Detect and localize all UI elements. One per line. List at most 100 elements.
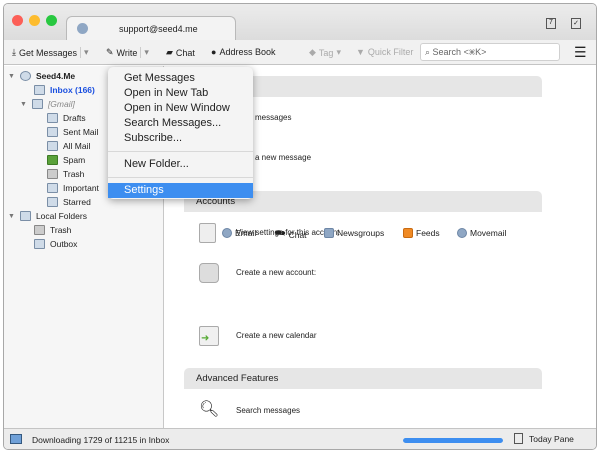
search-input[interactable]: ⌕ Search <⌘K> bbox=[420, 43, 560, 61]
account-seed4me[interactable]: ▼ Seed4.Me bbox=[8, 71, 75, 81]
folder-label: Outbox bbox=[50, 239, 78, 249]
network-icon bbox=[10, 434, 22, 444]
today-pane-label: Today Pane bbox=[529, 433, 574, 444]
menu-separator bbox=[108, 177, 253, 178]
gmail-label: [Gmail] bbox=[47, 99, 75, 109]
create-calendar-link[interactable]: Create a new calendar bbox=[236, 331, 317, 340]
hamburger-menu-icon[interactable]: ☰ bbox=[574, 44, 587, 61]
account-type-label: Movemail bbox=[470, 228, 507, 238]
chat-bubble-icon: ▰ bbox=[166, 47, 173, 57]
write-button[interactable]: ✎ Write ▾ bbox=[106, 47, 149, 58]
address-book-button[interactable]: ● Address Book bbox=[211, 47, 275, 57]
read-messages-link[interactable]: messages bbox=[255, 113, 291, 122]
tab-account[interactable]: support@seed4.me bbox=[66, 16, 236, 42]
local-outbox[interactable]: Outbox bbox=[34, 239, 77, 249]
new-chat-account-link[interactable]: 🗪 Chat bbox=[275, 228, 307, 242]
folder-inbox[interactable]: Inbox (166) bbox=[34, 85, 95, 95]
row-label: Create a new calendar bbox=[236, 331, 317, 340]
advanced-section-header: Advanced Features bbox=[184, 368, 542, 389]
folder-icon bbox=[47, 183, 58, 193]
row-label: messages bbox=[255, 113, 292, 122]
get-messages-label: Get Messages bbox=[18, 47, 78, 58]
spam-icon bbox=[47, 155, 58, 165]
search-placeholder: Search <⌘K> bbox=[432, 47, 487, 57]
folder-spam[interactable]: Spam bbox=[47, 155, 85, 165]
progress-bar bbox=[403, 438, 503, 443]
minimize-button[interactable] bbox=[29, 15, 40, 26]
local-trash[interactable]: Trash bbox=[34, 225, 71, 235]
row-label: a new message bbox=[255, 153, 312, 162]
tasks-icon[interactable]: ✓ bbox=[571, 18, 581, 29]
folder-trash[interactable]: Trash bbox=[47, 169, 84, 179]
account-icon bbox=[77, 23, 88, 34]
disclosure-triangle-icon[interactable]: ▼ bbox=[8, 213, 15, 220]
chevron-down-icon[interactable]: ▾ bbox=[140, 47, 149, 58]
account-icon bbox=[19, 71, 31, 81]
pencil-icon: ✎ bbox=[106, 47, 114, 57]
archive-icon bbox=[47, 141, 58, 151]
thunderbird-window: support@seed4.me 7 ✓ ⤓ Get Messages ▾ ✎ Wri… bbox=[3, 3, 597, 450]
menu-item-open-new-window[interactable]: Open in New Window bbox=[108, 101, 253, 116]
calendar-icon bbox=[514, 433, 523, 444]
local-folders[interactable]: ▼ Local Folders bbox=[8, 211, 87, 221]
folder-icon bbox=[31, 99, 43, 109]
folder-sent-mail[interactable]: Sent Mail bbox=[47, 127, 98, 137]
menu-item-open-new-tab[interactable]: Open in New Tab bbox=[108, 86, 253, 101]
menu-item-settings[interactable]: Settings bbox=[108, 183, 253, 198]
download-icon: ⤓ bbox=[12, 47, 16, 57]
new-account-icon bbox=[199, 263, 219, 283]
today-pane-button[interactable]: Today Pane bbox=[514, 433, 574, 444]
computer-icon bbox=[19, 211, 31, 221]
new-calendar-icon: ➜ bbox=[199, 326, 219, 346]
get-messages-button[interactable]: ⤓ Get Messages ▾ bbox=[12, 47, 89, 58]
search-messages-link[interactable]: Search messages bbox=[236, 406, 300, 415]
account-settings-icon bbox=[199, 223, 216, 243]
create-account-label: Create a new account: bbox=[236, 268, 316, 277]
folder-label: Important bbox=[63, 183, 99, 193]
menu-item-subscribe[interactable]: Subscribe... bbox=[108, 131, 253, 146]
disclosure-triangle-icon[interactable]: ▼ bbox=[20, 101, 27, 108]
account-label: Seed4.Me bbox=[35, 71, 76, 81]
new-movemail-account-link[interactable]: Movemail bbox=[457, 228, 506, 238]
trash-icon bbox=[47, 169, 58, 179]
folder-label: All Mail bbox=[63, 141, 91, 151]
menu-item-new-folder[interactable]: New Folder... bbox=[108, 157, 253, 172]
zoom-button[interactable] bbox=[46, 15, 57, 26]
new-newsgroups-account-link[interactable]: Newsgroups bbox=[324, 228, 384, 238]
write-message-link[interactable]: a new message bbox=[255, 153, 311, 162]
calendar-icon[interactable]: 7 bbox=[546, 18, 556, 29]
new-feeds-account-link[interactable]: Feeds bbox=[403, 228, 440, 238]
close-button[interactable] bbox=[12, 15, 23, 26]
inbox-icon bbox=[34, 85, 45, 95]
sent-icon bbox=[47, 127, 58, 137]
folder-gmail[interactable]: ▼ [Gmail] bbox=[20, 99, 75, 109]
folder-label: Spam bbox=[63, 155, 86, 165]
address-book-label: Address Book bbox=[219, 47, 276, 57]
filter-icon: ▼ bbox=[356, 47, 365, 57]
chat-icon: 🗪 bbox=[275, 228, 286, 238]
disclosure-triangle-icon[interactable]: ▼ bbox=[8, 73, 15, 80]
tag-icon: ◆ bbox=[309, 47, 316, 57]
toolbar: ⤓ Get Messages ▾ ✎ Write ▾ ▰ Chat ● Address Bo… bbox=[4, 40, 596, 65]
inbox-label: Inbox (166) bbox=[50, 85, 95, 95]
write-label: Write bbox=[116, 47, 138, 58]
folder-important[interactable]: Important bbox=[47, 183, 99, 193]
folder-label: Trash bbox=[50, 225, 72, 235]
outbox-icon bbox=[34, 239, 45, 249]
chat-label: Chat bbox=[175, 47, 195, 58]
folder-starred[interactable]: Starred bbox=[47, 197, 91, 207]
menu-item-get-messages[interactable]: Get Messages bbox=[108, 71, 253, 86]
chevron-down-icon[interactable]: ▾ bbox=[80, 47, 89, 58]
new-email-account-link[interactable]: Email bbox=[222, 228, 256, 238]
local-folders-label: Local Folders bbox=[35, 211, 87, 221]
chat-button[interactable]: ▰ Chat bbox=[166, 47, 195, 58]
tag-button[interactable]: ◆ Tag ▾ bbox=[309, 47, 341, 58]
tab-title: support@seed4.me bbox=[119, 24, 198, 34]
folder-all-mail[interactable]: All Mail bbox=[47, 141, 90, 151]
quick-filter-button[interactable]: ▼ Quick Filter bbox=[356, 47, 413, 57]
menu-item-search-messages[interactable]: Search Messages... bbox=[108, 116, 253, 131]
folder-label: Sent Mail bbox=[63, 127, 99, 137]
search-icon: ⌕ bbox=[425, 47, 433, 57]
movemail-icon bbox=[457, 228, 467, 238]
folder-drafts[interactable]: Drafts bbox=[47, 113, 86, 123]
